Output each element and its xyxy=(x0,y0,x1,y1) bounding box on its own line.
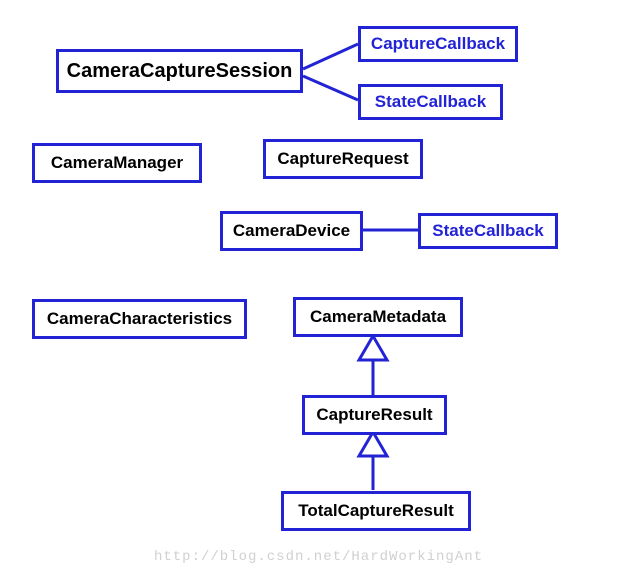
node-label: StateCallback xyxy=(432,221,544,241)
node-camera-characteristics: CameraCharacteristics xyxy=(32,299,247,339)
node-capture-callback: CaptureCallback xyxy=(358,26,518,62)
node-camera-metadata: CameraMetadata xyxy=(293,297,463,337)
node-label: CameraMetadata xyxy=(310,307,446,327)
edge-session-to-capturecallback xyxy=(303,44,358,69)
node-total-capture-result: TotalCaptureResult xyxy=(281,491,471,531)
node-capture-result: CaptureResult xyxy=(302,395,447,435)
node-state-callback-device: StateCallback xyxy=(418,213,558,249)
node-camera-manager: CameraManager xyxy=(32,143,202,183)
node-capture-request: CaptureRequest xyxy=(263,139,423,179)
node-label: CameraManager xyxy=(51,153,183,173)
node-label: CaptureCallback xyxy=(371,34,505,54)
node-label: StateCallback xyxy=(375,92,487,112)
node-label: CaptureRequest xyxy=(277,149,408,169)
node-label: CameraDevice xyxy=(233,221,350,241)
node-label: CaptureResult xyxy=(316,405,432,425)
node-state-callback-session: StateCallback xyxy=(358,84,503,120)
node-label: TotalCaptureResult xyxy=(298,501,454,521)
edge-session-to-statecallback xyxy=(303,76,358,100)
node-label: CameraCharacteristics xyxy=(47,309,232,329)
edge-totalcaptureresult-to-captureresult xyxy=(359,432,387,490)
node-camera-device: CameraDevice xyxy=(220,211,363,251)
watermark-label: http://blog.csdn.net/HardWorkingAnt xyxy=(154,549,483,565)
node-label: CameraCaptureSession xyxy=(67,60,293,83)
edge-captureresult-to-metadata xyxy=(359,336,387,395)
node-camera-capture-session: CameraCaptureSession xyxy=(56,49,303,93)
watermark-text: http://blog.csdn.net/HardWorkingAnt xyxy=(0,549,637,565)
